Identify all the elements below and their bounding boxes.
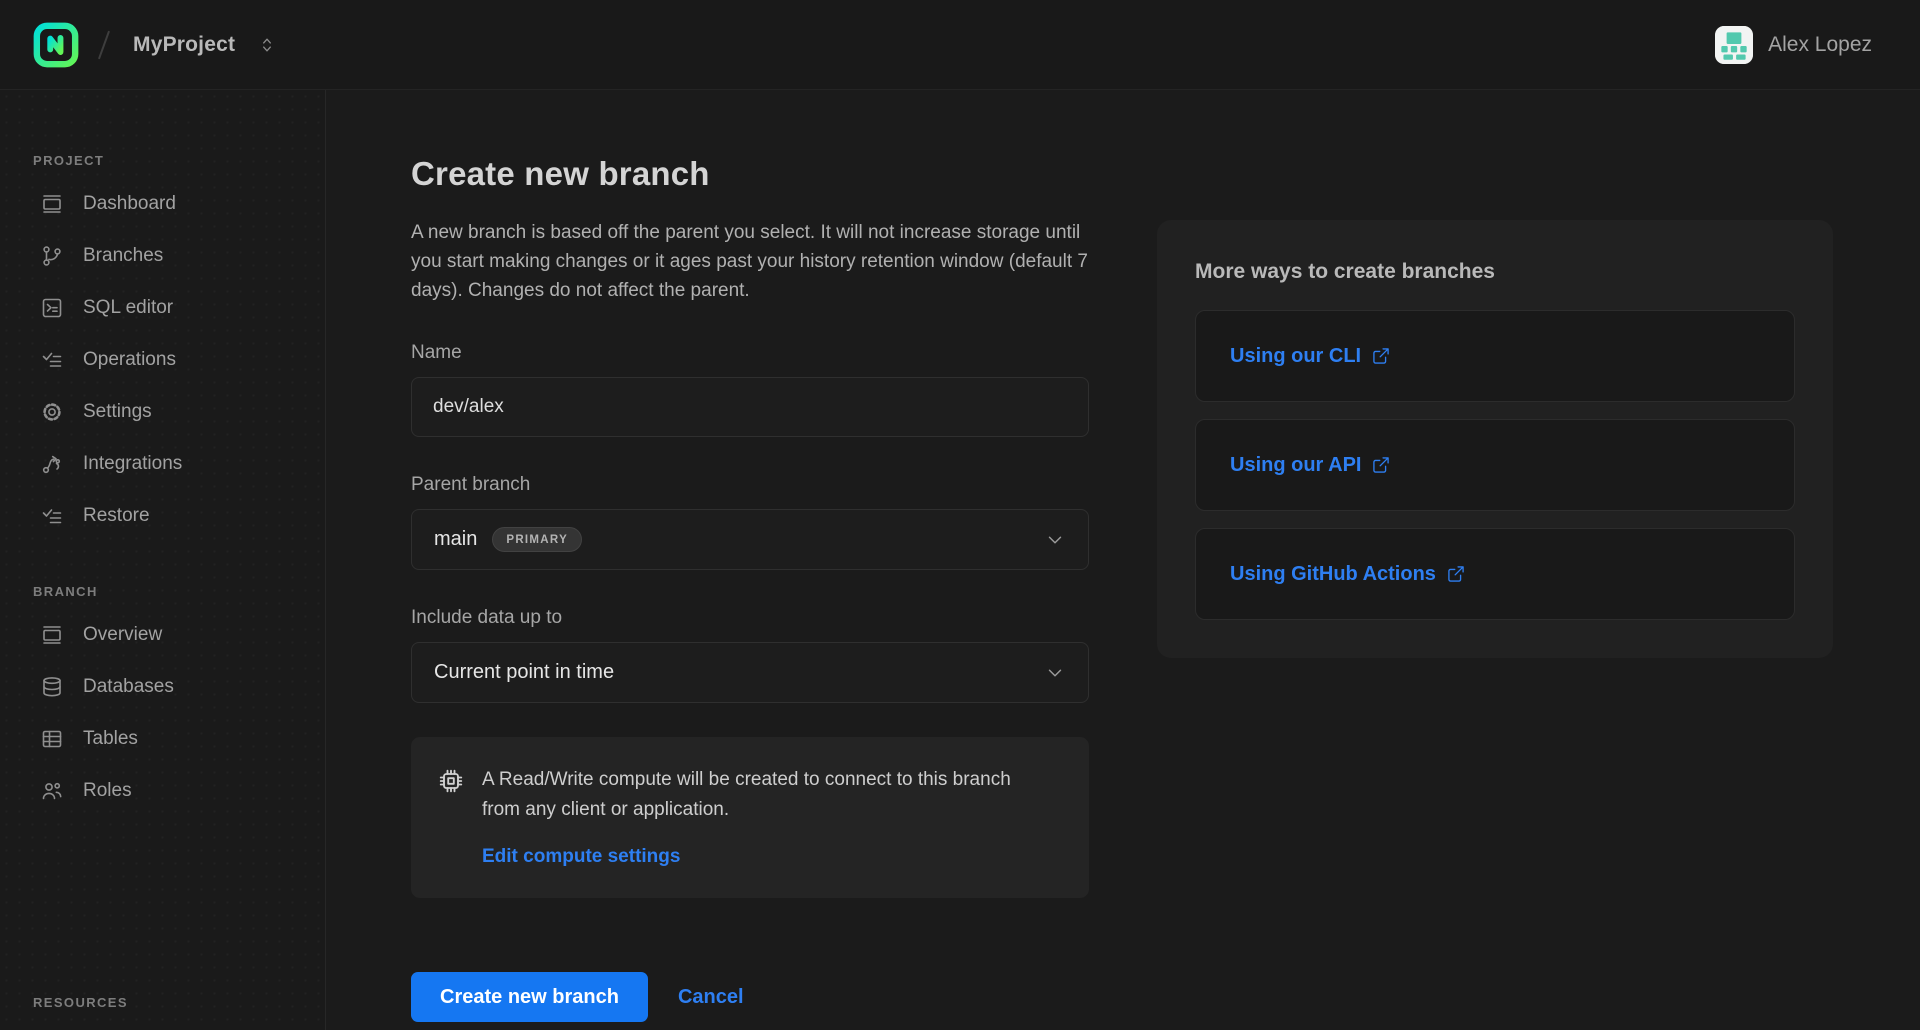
sidebar-item-overview[interactable]: Overview xyxy=(33,609,325,661)
sidebar-item-settings[interactable]: Settings xyxy=(33,386,325,438)
tables-icon xyxy=(40,727,64,751)
breadcrumb-slash xyxy=(98,30,110,59)
sidebar-item-integrations[interactable]: Integrations xyxy=(33,438,325,490)
branch-method-card[interactable]: Using our API xyxy=(1195,419,1795,511)
sidebar-item-label: Overview xyxy=(83,624,162,646)
sidebar-item-label: Databases xyxy=(83,676,174,698)
sidebar-item-tables[interactable]: Tables xyxy=(33,713,325,765)
settings-icon xyxy=(40,400,64,424)
parent-branch-value: main xyxy=(434,528,477,551)
primary-badge: PRIMARY xyxy=(492,527,582,552)
branches-icon xyxy=(40,244,64,268)
databases-icon xyxy=(40,675,64,699)
sidebar-item-label: Tables xyxy=(83,728,138,750)
parent-branch-select[interactable]: main PRIMARY xyxy=(411,509,1089,570)
main-content: Create new branch A new branch is based … xyxy=(326,90,1920,1030)
sidebar-item-label: Roles xyxy=(83,780,132,802)
sidebar-section-branch: BRANCH Overview Databases Tables Roles xyxy=(33,584,325,817)
page-title: Create new branch xyxy=(411,155,1089,193)
chevron-down-icon xyxy=(1044,662,1066,684)
user-name[interactable]: Alex Lopez xyxy=(1768,33,1872,57)
overview-icon xyxy=(40,623,64,647)
sidebar-item-branches[interactable]: Branches xyxy=(33,230,325,282)
chevron-down-icon xyxy=(1044,529,1066,551)
more-ways-title: More ways to create branches xyxy=(1195,260,1795,284)
external-link-icon xyxy=(1446,564,1466,584)
edit-compute-settings-link[interactable]: Edit compute settings xyxy=(482,846,680,868)
sidebar-section-header: BRANCH xyxy=(33,584,325,599)
branch-method-link[interactable]: Using GitHub Actions xyxy=(1230,563,1466,586)
sidebar-section-header: PROJECT xyxy=(33,153,325,168)
page-description: A new branch is based off the parent you… xyxy=(411,218,1089,305)
compute-info-box: A Read/Write compute will be created to … xyxy=(411,737,1089,898)
user-avatar[interactable] xyxy=(1715,26,1753,64)
branch-method-card[interactable]: Using our CLI xyxy=(1195,310,1795,402)
include-data-select[interactable]: Current point in time xyxy=(411,642,1089,703)
include-data-value: Current point in time xyxy=(434,661,614,684)
restore-icon xyxy=(40,504,64,528)
sidebar-item-label: Settings xyxy=(83,401,152,423)
topbar: MyProject Alex Lopez xyxy=(0,0,1920,90)
parent-branch-label: Parent branch xyxy=(411,474,1089,496)
sidebar-item-label: Branches xyxy=(83,245,163,267)
create-branch-button[interactable]: Create new branch xyxy=(411,972,648,1022)
sidebar-section-project: PROJECT Dashboard Branches SQL editor Operat… xyxy=(33,153,325,542)
branch-method-link[interactable]: Using our API xyxy=(1230,454,1391,477)
sidebar-item-label: SQL editor xyxy=(83,297,173,319)
external-link-icon xyxy=(1371,346,1391,366)
cancel-link[interactable]: Cancel xyxy=(678,986,744,1009)
branch-method-label: Using our CLI xyxy=(1230,345,1361,368)
sidebar-item-label: Integrations xyxy=(83,453,182,475)
sidebar-section-resources: RESOURCES xyxy=(33,995,325,1020)
sql-editor-icon xyxy=(40,296,64,320)
branch-method-label: Using GitHub Actions xyxy=(1230,563,1436,586)
compute-note: A Read/Write compute will be created to … xyxy=(482,765,1042,825)
sidebar-item-label: Restore xyxy=(83,505,150,527)
include-data-label: Include data up to xyxy=(411,607,1089,629)
sidebar: PROJECT Dashboard Branches SQL editor Operat… xyxy=(0,90,326,1030)
roles-icon xyxy=(40,779,64,803)
neon-logo-icon[interactable] xyxy=(33,22,79,68)
integrations-icon xyxy=(40,452,64,476)
project-selector-label[interactable]: MyProject xyxy=(133,33,235,57)
branch-method-label: Using our API xyxy=(1230,454,1361,477)
project-switcher-chevrons-icon[interactable] xyxy=(257,34,277,56)
dashboard-icon xyxy=(40,192,64,216)
branch-method-link[interactable]: Using our CLI xyxy=(1230,345,1391,368)
sidebar-item-roles[interactable]: Roles xyxy=(33,765,325,817)
sidebar-item-label: Operations xyxy=(83,349,176,371)
sidebar-item-operations[interactable]: Operations xyxy=(33,334,325,386)
cpu-chip-icon xyxy=(437,767,465,795)
name-field-label: Name xyxy=(411,342,1089,364)
operations-icon xyxy=(40,348,64,372)
sidebar-item-sql-editor[interactable]: SQL editor xyxy=(33,282,325,334)
branch-name-input[interactable] xyxy=(411,377,1089,437)
branch-method-card[interactable]: Using GitHub Actions xyxy=(1195,528,1795,620)
more-ways-panel: More ways to create branches Using our C… xyxy=(1157,220,1833,658)
sidebar-item-restore[interactable]: Restore xyxy=(33,490,325,542)
sidebar-item-label: Dashboard xyxy=(83,193,176,215)
sidebar-item-dashboard[interactable]: Dashboard xyxy=(33,178,325,230)
sidebar-item-databases[interactable]: Databases xyxy=(33,661,325,713)
sidebar-section-header: RESOURCES xyxy=(33,995,325,1010)
external-link-icon xyxy=(1371,455,1391,475)
